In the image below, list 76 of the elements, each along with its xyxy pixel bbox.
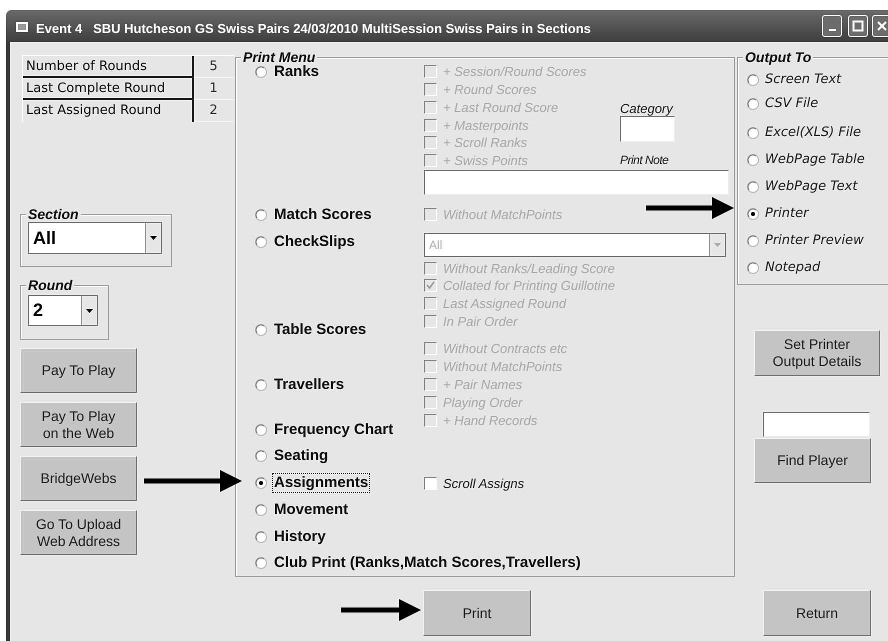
checkbox-label: + Hand Records: [443, 413, 538, 428]
table-cell: 2: [194, 100, 233, 122]
option-label[interactable]: Match Scores: [273, 206, 373, 224]
action-button[interactable]: Pay To Play: [20, 348, 137, 393]
group-label: Print Menu: [241, 49, 318, 65]
table-cell: Last Complete Round: [23, 78, 194, 100]
checkbox[interactable]: [424, 477, 437, 490]
option-label[interactable]: WebPage Text: [765, 179, 858, 195]
option-label[interactable]: Table Scores: [273, 321, 368, 339]
checkbox-label: + Last Round Score: [443, 100, 558, 115]
option-label[interactable]: Printer Preview: [765, 233, 864, 249]
action-button[interactable]: Go To Upload Web Address: [20, 510, 137, 555]
close-button[interactable]: [872, 15, 888, 37]
window-icon: [16, 22, 28, 32]
checkbox-label: + Scroll Ranks: [443, 135, 528, 150]
checkbox-label: + Pair Names: [443, 377, 522, 392]
group-label: Output To: [743, 49, 814, 65]
print-button[interactable]: Print: [423, 590, 531, 636]
option-label[interactable]: CSV File: [765, 96, 818, 112]
field-label: Category: [620, 101, 673, 116]
find-player-button[interactable]: Find Player: [754, 438, 871, 483]
checkslips-dropdown: All: [424, 233, 726, 257]
checkbox-label: + Swiss Points: [443, 153, 528, 168]
option-label[interactable]: Club Print (Ranks,Match Scores,Travellers): [273, 554, 582, 572]
return-button[interactable]: Return: [763, 590, 871, 636]
option-label[interactable]: Ranks: [273, 63, 320, 81]
table-cell: 5: [194, 56, 233, 78]
maximize-icon: [852, 20, 864, 32]
option-label[interactable]: Assignments: [273, 474, 370, 492]
print-note-field[interactable]: [424, 170, 729, 195]
category-field[interactable]: [620, 116, 675, 142]
minimize-button[interactable]: [822, 15, 842, 37]
close-icon: [876, 20, 888, 32]
checkbox-label: Last Assigned Round: [443, 296, 566, 311]
minimize-icon: [828, 29, 836, 31]
checkbox-label: Without MatchPoints: [443, 359, 562, 374]
checkbox-label: Collated for Printing Guillotine: [443, 278, 615, 293]
checkbox-label: Scroll Assigns: [443, 476, 524, 491]
maximize-button[interactable]: [848, 15, 868, 37]
arrow-icon: [646, 197, 734, 219]
checkbox-label: Without Ranks/Leading Score: [443, 261, 615, 276]
table-cell: Number of Rounds: [23, 56, 194, 78]
window-title: Event 4 SBU Hutcheson GS Swiss Pairs 24/03/2010 MultiSession Swiss Pairs in Sections: [36, 21, 591, 37]
checkbox-label: Without MatchPoints: [443, 207, 562, 222]
option-label[interactable]: Screen Text: [765, 72, 842, 88]
dropdown-arrow-icon: [86, 308, 93, 312]
option-label[interactable]: Notepad: [765, 260, 820, 276]
option-label[interactable]: Travellers: [273, 376, 346, 394]
checkbox-label: + Masterpoints: [443, 118, 529, 133]
set-printer-button[interactable]: Set Printer Output Details: [754, 330, 880, 376]
group-label: Round: [26, 277, 74, 293]
section-dropdown[interactable]: All: [28, 222, 162, 254]
option-label[interactable]: History: [273, 528, 327, 546]
option-label[interactable]: WebPage Table: [765, 152, 865, 168]
find-player-field[interactable]: [763, 412, 870, 437]
option-label[interactable]: Seating: [273, 447, 330, 465]
checkbox-label: + Session/Round Scores: [443, 64, 586, 79]
table-cell: 1: [194, 78, 233, 100]
round-dropdown[interactable]: 2: [28, 295, 98, 326]
checkbox-label: Playing Order: [443, 395, 522, 410]
checkbox-label: + Round Scores: [443, 82, 537, 97]
action-button[interactable]: Pay To Play on the Web: [20, 402, 137, 447]
field-label: Print Note: [620, 153, 668, 168]
action-button[interactable]: BridgeWebs: [20, 456, 137, 501]
option-label[interactable]: Movement: [273, 501, 350, 519]
option-label[interactable]: Frequency Chart: [273, 421, 394, 439]
group-label: Section: [26, 206, 81, 222]
checkbox-label: Without Contracts etc: [443, 341, 568, 356]
arrow-icon: [144, 470, 242, 492]
option-label[interactable]: CheckSlips: [273, 233, 356, 251]
checkbox-label: In Pair Order: [443, 314, 518, 329]
arrow-icon: [341, 599, 421, 621]
dropdown-arrow-icon: [714, 243, 721, 247]
dropdown-arrow-icon: [150, 236, 157, 240]
option-label[interactable]: Printer: [765, 206, 808, 222]
option-label[interactable]: Excel(XLS) File: [765, 125, 862, 141]
